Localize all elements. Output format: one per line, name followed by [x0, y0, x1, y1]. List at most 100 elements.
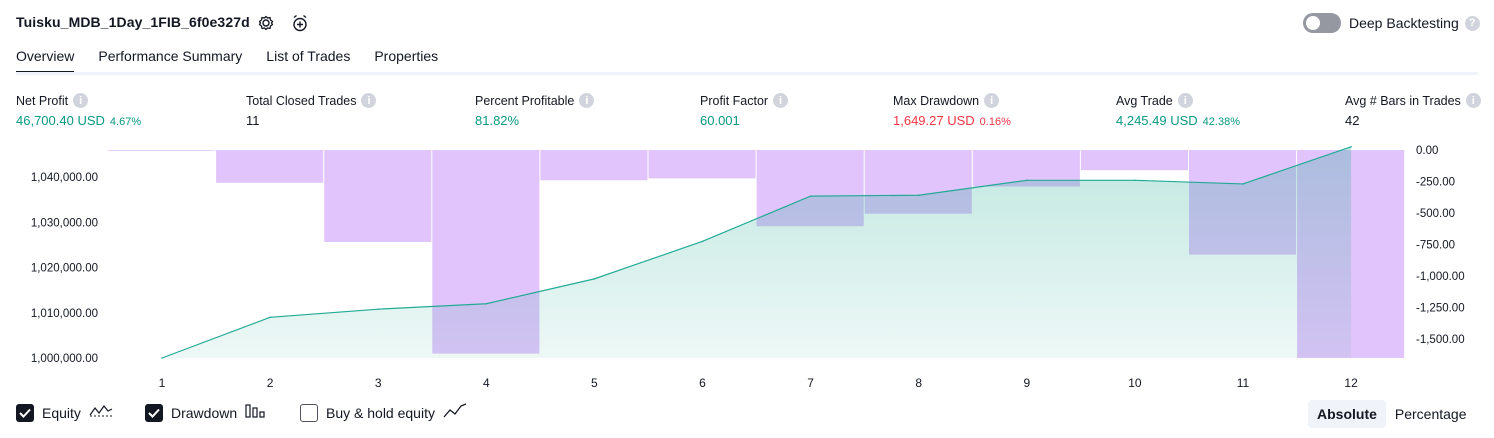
- left-axis: 1,040,000.00 1,030,000.00 1,020,000.00 1,01…: [31, 172, 98, 365]
- strategy-title: Tuisku_MDB_1Day_1FIB_6f0e327d: [16, 14, 250, 30]
- percentage-button[interactable]: Percentage: [1386, 400, 1476, 428]
- equity-point: [917, 194, 920, 197]
- metric-value: 42: [1345, 113, 1360, 128]
- left-axis-tick-label: 1,000,000.00: [31, 353, 98, 365]
- left-axis-tick-label: 1,010,000.00: [31, 308, 98, 320]
- help-icon[interactable]: ?: [1464, 15, 1480, 31]
- info-icon[interactable]: i: [73, 93, 89, 108]
- deep-backtesting-toggle[interactable]: [1303, 13, 1341, 33]
- equity-point: [809, 195, 812, 197]
- x-axis-tick-label: 1: [159, 376, 166, 390]
- tabs-divider: [16, 72, 1478, 75]
- equity-point: [1350, 146, 1352, 148]
- x-axis-tick-label: 8: [915, 376, 922, 390]
- metric-percent: 4.67%: [109, 116, 142, 128]
- equity-point: [161, 357, 163, 359]
- metric-value: 11: [246, 113, 260, 128]
- metric-value: 60.001: [700, 113, 740, 128]
- right-axis-tick-label: -1,500.00: [1416, 334, 1465, 346]
- equity-label: Equity: [42, 404, 81, 421]
- drawdown-bar: [648, 150, 756, 179]
- drawdown-checkbox[interactable]: [145, 403, 163, 422]
- equity-point: [1134, 179, 1136, 182]
- tab-properties[interactable]: Properties: [374, 48, 438, 74]
- x-axis-tick-label: 12: [1344, 376, 1358, 390]
- equity-checkbox[interactable]: [16, 403, 34, 422]
- metric-max-drawdown: Max Drawdown i 1,649.27 USD 0.16%: [893, 93, 1011, 128]
- metric-label: Max Drawdown: [893, 93, 980, 108]
- info-icon[interactable]: i: [361, 93, 377, 108]
- metric-label: Net Profit: [16, 93, 69, 108]
- info-icon[interactable]: i: [579, 93, 595, 108]
- x-axis-tick-label: 10: [1128, 376, 1142, 390]
- equity-point: [377, 308, 380, 310]
- legend-drawdown[interactable]: Drawdown: [145, 402, 267, 423]
- metric-value: 46,700.40 USD: [16, 113, 105, 128]
- metric-value: 1,649.27 USD: [893, 113, 975, 128]
- equity-line-icon: [89, 402, 113, 423]
- equity-point: [485, 302, 488, 305]
- metric-percent: 42.38%: [1202, 116, 1240, 128]
- deep-backtesting-control: Deep Backtesting ?: [1303, 13, 1480, 33]
- equity-point: [1242, 183, 1244, 185]
- right-axis-tick-label: -250.00: [1416, 177, 1455, 189]
- x-axis-tick-label: 9: [1023, 376, 1030, 390]
- metric-net-profit: Net Profit i 46,700.40 USD 4.67%: [16, 93, 141, 128]
- legend-buy-hold[interactable]: Buy & hold equity: [300, 402, 467, 423]
- x-axis-tick-label: 2: [267, 376, 274, 390]
- info-icon[interactable]: i: [773, 93, 789, 108]
- drawdown-bars-icon: [245, 402, 267, 423]
- view-mode-toggle: Absolute Percentage: [1308, 400, 1476, 428]
- left-axis-tick-label: 1,030,000.00: [31, 217, 98, 229]
- metric-percent-profitable: Percent Profitable i 81.82%: [475, 93, 595, 128]
- drawdown-bar: [324, 150, 432, 243]
- gear-icon[interactable]: [256, 13, 276, 33]
- metric-label: Avg Trade: [1116, 93, 1173, 108]
- right-axis-tick-label: -1,250.00: [1416, 303, 1465, 315]
- x-axis: 1 2 3 4 5 6 7 8 9 10 11 12: [159, 376, 1358, 390]
- equity-point: [269, 316, 271, 319]
- drawdown-bar: [108, 150, 216, 151]
- metric-label: Profit Factor: [700, 93, 769, 108]
- left-axis-tick-label: 1,020,000.00: [31, 263, 98, 275]
- metric-avg-bars-in-trades: Avg # Bars in Trades i 42: [1345, 93, 1481, 128]
- tab-bar: Overview Performance Summary List of Tra…: [16, 48, 438, 74]
- x-axis-tick-label: 6: [699, 376, 706, 390]
- metric-total-closed-trades: Total Closed Trades i 11: [246, 93, 377, 128]
- alarm-clock-plus-icon[interactable]: [290, 13, 310, 33]
- metric-value: 4,245.49 USD: [1116, 113, 1198, 128]
- metric-label: Avg # Bars in Trades: [1345, 93, 1461, 108]
- x-axis-tick-label: 3: [375, 376, 382, 390]
- info-icon[interactable]: i: [984, 93, 1000, 108]
- buy-hold-checkbox[interactable]: [300, 403, 318, 422]
- right-axis-tick-label: -750.00: [1416, 240, 1455, 252]
- right-axis: 0.00 -250.00 -500.00 -750.00 -1,000.00 -1,250…: [1416, 145, 1465, 346]
- metric-label: Total Closed Trades: [246, 93, 357, 108]
- drawdown-label: Drawdown: [171, 404, 238, 421]
- metric-profit-factor: Profit Factor i 60.001: [700, 93, 789, 128]
- equity-point: [1026, 179, 1028, 182]
- x-axis-tick-label: 5: [591, 376, 598, 390]
- right-axis-tick-label: 0.00: [1416, 145, 1438, 157]
- metric-value: 81.82%: [475, 113, 520, 128]
- tab-performance-summary[interactable]: Performance Summary: [98, 48, 242, 74]
- x-axis-tick-label: 4: [483, 376, 490, 390]
- legend-equity[interactable]: Equity: [16, 402, 113, 423]
- absolute-button[interactable]: Absolute: [1308, 400, 1386, 428]
- drawdown-bar: [216, 150, 324, 183]
- info-icon[interactable]: i: [1465, 93, 1481, 108]
- equity-drawdown-chart[interactable]: 1,040,000.00 1,030,000.00 1,020,000.00 1,01…: [0, 140, 1494, 395]
- info-icon[interactable]: i: [1177, 93, 1193, 108]
- drawdown-bar: [1080, 150, 1188, 171]
- metric-label: Percent Profitable: [475, 93, 575, 108]
- tab-overview[interactable]: Overview: [16, 48, 75, 74]
- equity-point: [593, 278, 596, 280]
- buy-hold-line-icon: [443, 402, 467, 423]
- drawdown-bar: [540, 150, 648, 181]
- x-axis-tick-label: 11: [1237, 376, 1250, 390]
- right-axis-tick-label: -1,000.00: [1416, 271, 1465, 283]
- equity-point: [701, 240, 704, 243]
- metric-avg-trade: Avg Trade i 4,245.49 USD 42.38%: [1116, 93, 1240, 128]
- tab-list-of-trades[interactable]: List of Trades: [266, 48, 350, 74]
- deep-backtesting-label: Deep Backtesting: [1349, 15, 1459, 31]
